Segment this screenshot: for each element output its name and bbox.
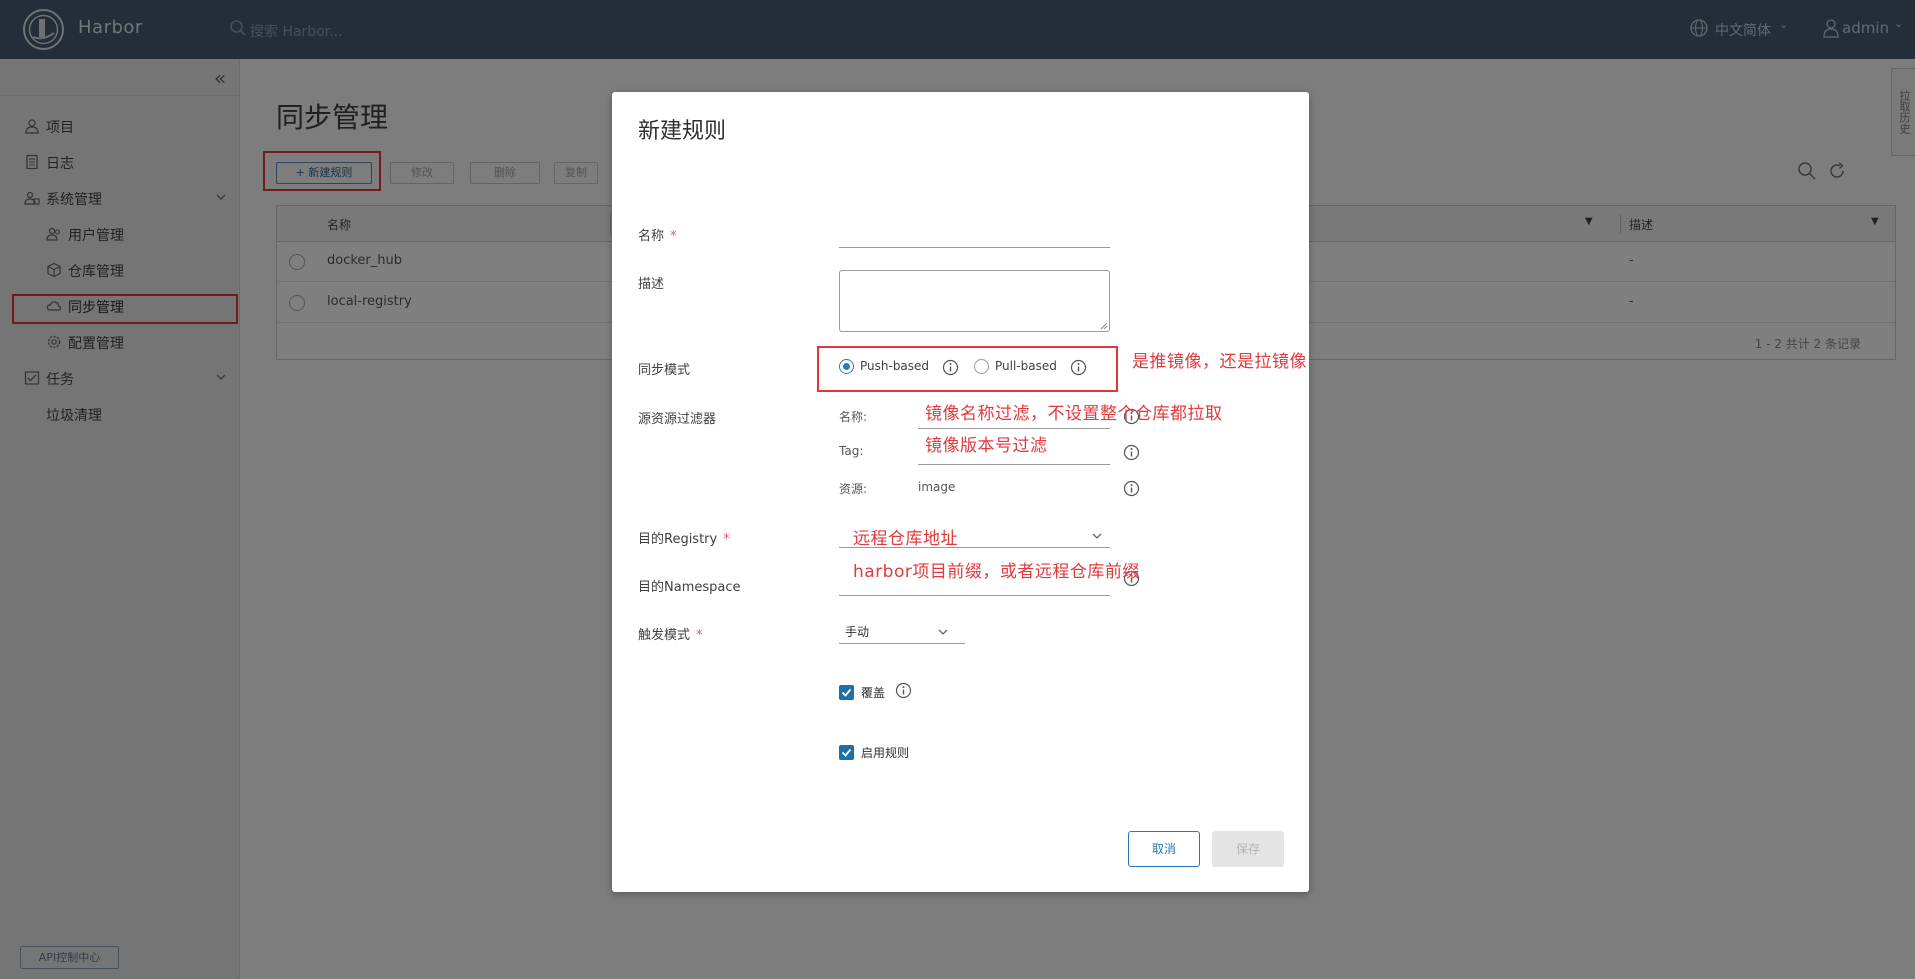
- annotation-text: harbor项目前缀，或者远程仓库前缀: [853, 562, 1140, 582]
- filter-resource-value: image: [918, 480, 956, 494]
- cancel-button[interactable]: 取消: [1128, 831, 1200, 867]
- dest-registry-label: 目的Registry *: [638, 528, 730, 547]
- annotation-box: [817, 346, 1118, 392]
- chevron-down-icon[interactable]: [937, 626, 949, 638]
- name-label-text: 名称: [638, 229, 665, 244]
- annotation-text: 镜像名称过滤，不设置整个仓库都拉取: [925, 404, 1223, 424]
- required-mark: *: [696, 628, 703, 643]
- name-label: 名称 *: [638, 225, 677, 244]
- override-label: 覆盖: [861, 686, 886, 700]
- required-mark: *: [723, 532, 730, 547]
- annotation-text: 镜像版本号过滤: [925, 436, 1048, 456]
- required-mark: *: [670, 229, 677, 244]
- dest-namespace-input[interactable]: [839, 595, 1110, 596]
- filter-resource-label: 资源:: [839, 482, 868, 496]
- trigger-label-text: 触发模式: [638, 628, 691, 643]
- save-button[interactable]: 保存: [1212, 831, 1284, 867]
- enable-rule-checkbox[interactable]: [839, 745, 854, 760]
- description-textarea[interactable]: [839, 270, 1110, 332]
- info-icon[interactable]: [895, 682, 912, 699]
- annotation-text: 远程仓库地址: [853, 529, 958, 549]
- resize-grip-icon[interactable]: [1100, 322, 1108, 330]
- override-checkbox[interactable]: [839, 685, 854, 700]
- dest-namespace-label: 目的Namespace: [638, 580, 741, 595]
- annotation-text: 是推镜像，还是拉镜像: [1132, 352, 1307, 372]
- trigger-label: 触发模式 *: [638, 624, 703, 643]
- trigger-select[interactable]: [839, 643, 965, 644]
- info-icon[interactable]: [1123, 480, 1140, 497]
- checkmark-icon: [841, 748, 852, 757]
- filter-tag-label: Tag:: [839, 444, 864, 458]
- chevron-down-icon[interactable]: [1091, 530, 1103, 542]
- desc-label: 描述: [638, 277, 665, 292]
- sync-mode-label: 同步模式: [638, 363, 691, 378]
- info-icon[interactable]: [1123, 444, 1140, 461]
- enable-rule-label: 启用规则: [861, 746, 910, 760]
- name-input[interactable]: [839, 247, 1110, 248]
- checkmark-icon: [841, 688, 852, 697]
- filter-tag-input[interactable]: [918, 464, 1110, 465]
- filter-name-label: 名称:: [839, 410, 868, 424]
- dest-registry-label-text: 目的Registry: [638, 532, 718, 547]
- trigger-select-value[interactable]: 手动: [845, 623, 869, 640]
- new-rule-dialog: 新建规则 名称 * 描述 同步模式 Push-based Pull-based 源…: [612, 92, 1309, 892]
- dialog-title: 新建规则: [638, 119, 727, 144]
- filter-name-input[interactable]: [918, 428, 1110, 429]
- source-filter-label: 源资源过滤器: [638, 412, 717, 427]
